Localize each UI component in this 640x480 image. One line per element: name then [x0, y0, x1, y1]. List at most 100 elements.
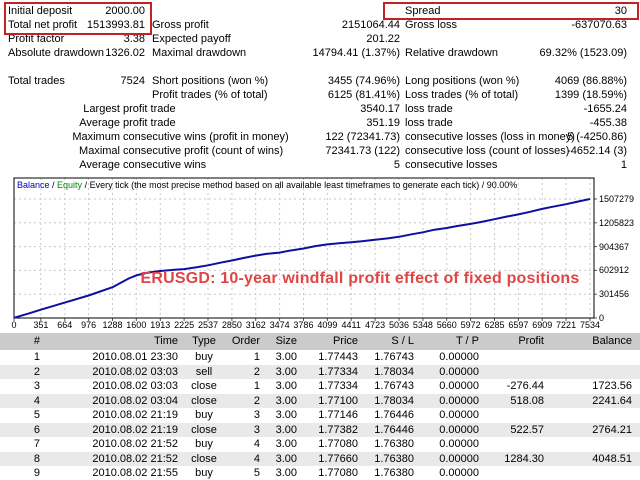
trade-size: 3.00 [264, 466, 301, 480]
trade-number: 3 [0, 379, 46, 394]
trade-balance: 2764.21 [548, 423, 640, 438]
trade-order: 2 [226, 394, 264, 409]
trades-col-header[interactable]: # [0, 333, 46, 350]
trade-profit [483, 365, 548, 380]
trade-number: 4 [0, 394, 46, 409]
trade-balance [548, 408, 640, 423]
chart-legend: Balance / Equity / Every tick (the most … [17, 180, 517, 190]
trade-sl: 1.76380 [362, 452, 418, 467]
stat-label: Largest [83, 102, 120, 116]
trade-price: 1.77443 [301, 350, 362, 365]
stat-label: Relative drawdown [405, 46, 498, 60]
stat-value: -4652.14 (3) [567, 144, 627, 158]
trade-type: sell [182, 365, 226, 380]
trade-row[interactable]: 72010.08.02 21:52buy43.001.770801.763800… [0, 437, 640, 452]
summary-stats: Initial deposit2000.00Spread30Total net … [0, 0, 640, 172]
stat-value: 3540.17 [360, 102, 400, 116]
stat-value: 6125 (81.41%) [328, 88, 400, 102]
trade-row[interactable]: 42010.08.02 03:04close23.001.771001.7803… [0, 394, 640, 409]
trade-time: 2010.08.02 03:03 [46, 379, 182, 394]
stat-value: -1655.24 [584, 102, 627, 116]
stats-row: Maximalconsecutive profit (count of wins… [0, 144, 640, 158]
trade-row[interactable]: 82010.08.02 21:52close43.001.776601.7638… [0, 452, 640, 467]
stat-label: Maximal [79, 144, 120, 158]
trades-col-header[interactable]: Type [182, 333, 226, 350]
trade-price: 1.77146 [301, 408, 362, 423]
trade-balance [548, 437, 640, 452]
trade-tp: 0.00000 [418, 379, 483, 394]
trade-balance [548, 350, 640, 365]
stat-label: profit trade [123, 116, 176, 130]
trade-type: close [182, 394, 226, 409]
stat-label: Expected payoff [152, 32, 231, 46]
trade-price: 1.77660 [301, 452, 362, 467]
stat-value: 351.19 [366, 116, 400, 130]
trades-table-header: #TimeTypeOrderSizePriceS / LT / PProfitB… [0, 333, 640, 350]
trade-row[interactable]: 92010.08.02 21:55buy53.001.770801.763800… [0, 466, 640, 480]
trades-col-header[interactable]: S / L [362, 333, 418, 350]
stats-row: Total trades7524Short positions (won %)3… [0, 74, 640, 88]
trade-row[interactable]: 52010.08.02 21:19buy33.001.771461.764460… [0, 408, 640, 423]
stat-value: 1326.02 [105, 46, 145, 60]
stat-label: Long positions (won %) [405, 74, 519, 88]
trades-col-header[interactable]: Balance [548, 333, 640, 350]
trade-size: 3.00 [264, 394, 301, 409]
trade-size: 3.00 [264, 408, 301, 423]
trade-time: 2010.08.02 21:52 [46, 452, 182, 467]
trade-tp: 0.00000 [418, 466, 483, 480]
trade-type: close [182, 452, 226, 467]
trade-size: 3.00 [264, 437, 301, 452]
trade-balance [548, 365, 640, 380]
stat-label: Total trades [8, 74, 65, 88]
trade-profit [483, 350, 548, 365]
trades-col-header[interactable]: T / P [418, 333, 483, 350]
stat-label: Average [79, 116, 120, 130]
trade-type: buy [182, 408, 226, 423]
trade-size: 3.00 [264, 379, 301, 394]
trade-row[interactable]: 62010.08.02 21:19close33.001.773821.7644… [0, 423, 640, 438]
trades-col-header[interactable]: Order [226, 333, 264, 350]
trade-tp: 0.00000 [418, 437, 483, 452]
trade-sl: 1.76743 [362, 379, 418, 394]
y-axis-tick-label: 301456 [599, 289, 629, 299]
highlight-initial-deposit-box [4, 2, 152, 35]
trade-order: 3 [226, 423, 264, 438]
trade-profit: 522.57 [483, 423, 548, 438]
trade-profit [483, 408, 548, 423]
trade-sl: 1.76446 [362, 423, 418, 438]
trade-sl: 1.76446 [362, 408, 418, 423]
trade-order: 3 [226, 408, 264, 423]
chart-annotation: ERUSGD: 10-year windfall profit effect o… [140, 270, 580, 288]
trade-price: 1.77080 [301, 466, 362, 480]
trades-table: #TimeTypeOrderSizePriceS / LT / PProfitB… [0, 333, 640, 480]
stat-label: consecutive profit (count of wins) [123, 144, 283, 158]
legend-separator: / [50, 180, 58, 190]
balance-chart [0, 170, 640, 334]
trades-col-header[interactable]: Time [46, 333, 182, 350]
stat-label: loss trade [405, 116, 453, 130]
trade-number: 5 [0, 408, 46, 423]
trade-time: 2010.08.01 23:30 [46, 350, 182, 365]
trade-time: 2010.08.02 21:55 [46, 466, 182, 480]
trades-col-header[interactable]: Price [301, 333, 362, 350]
trades-col-header[interactable]: Profit [483, 333, 548, 350]
stat-value: 5 (-4250.86) [567, 130, 627, 144]
trade-balance [548, 466, 640, 480]
trade-tp: 0.00000 [418, 423, 483, 438]
trade-row[interactable]: 22010.08.02 03:03sell23.001.773341.78034… [0, 365, 640, 380]
stat-value: 122 (72341.73) [325, 130, 400, 144]
stat-label: Short positions (won %) [152, 74, 268, 88]
trade-row[interactable]: 32010.08.02 03:03close13.001.773341.7674… [0, 379, 640, 394]
stat-label: Profit trades (% of total) [152, 88, 268, 102]
stat-label: Gross profit [152, 18, 209, 32]
balance-line [14, 199, 590, 318]
trade-size: 3.00 [264, 423, 301, 438]
stats-row: Averageprofit trade351.19loss trade-455.… [0, 116, 640, 130]
trades-col-header[interactable]: Size [264, 333, 301, 350]
trade-row[interactable]: 12010.08.01 23:30buy13.001.774431.767430… [0, 350, 640, 365]
stat-label: consecutive wins (profit in money) [123, 130, 289, 144]
trade-price: 1.77334 [301, 379, 362, 394]
trade-time: 2010.08.02 21:19 [46, 423, 182, 438]
stat-value: 1399 (18.59%) [555, 88, 627, 102]
tester-report: Initial deposit2000.00Spread30Total net … [0, 0, 640, 480]
